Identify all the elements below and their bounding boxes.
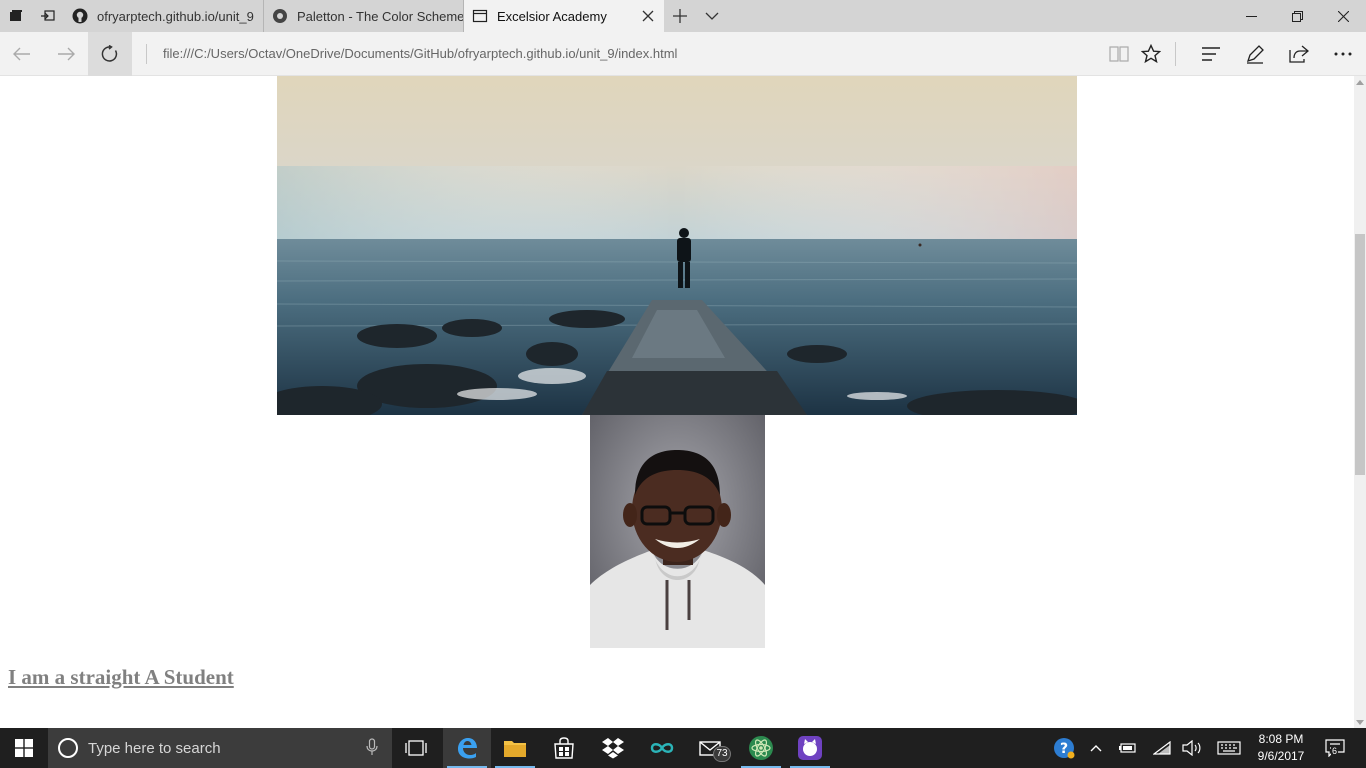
straight-a-student-link[interactable]: I am a straight A Student: [8, 665, 234, 690]
clock-time: 8:08 PM: [1258, 732, 1304, 746]
minimize-button[interactable]: [1228, 0, 1274, 32]
close-icon: [1337, 10, 1349, 22]
share-icon: [1289, 45, 1309, 63]
hero-image: [277, 76, 1077, 415]
system-clock[interactable]: 8:08 PM 9/6/2017: [1244, 728, 1318, 768]
url-field[interactable]: file:///C:/Users/Octav/OneDrive/Document…: [163, 32, 677, 76]
minimize-icon: [1245, 15, 1257, 17]
github-icon: [72, 8, 88, 24]
hub-button[interactable]: [1189, 32, 1233, 76]
share-button[interactable]: [1277, 32, 1321, 76]
clock-date: 9/6/2017: [1257, 749, 1305, 763]
portrait-image: [590, 415, 765, 648]
search-placeholder: Type here to search: [88, 739, 221, 757]
restore-icon: [1291, 10, 1303, 22]
search-box[interactable]: Type here to search: [48, 728, 392, 768]
refresh-button[interactable]: [88, 32, 132, 76]
chevron-up-icon: [1090, 745, 1102, 752]
store-bag-icon: [554, 737, 574, 759]
tab-excelsior-academy[interactable]: Excelsior Academy: [464, 0, 664, 32]
arrow-right-icon: [58, 47, 75, 61]
infinity-icon: [650, 743, 674, 753]
arrow-left-icon: [13, 47, 30, 61]
github-desktop-icon: [798, 736, 822, 760]
store-app[interactable]: [540, 728, 588, 768]
pen-icon: [1246, 45, 1264, 64]
hub-icon: [1202, 47, 1220, 61]
dropbox-app[interactable]: [589, 728, 637, 768]
action-center-button[interactable]: 6: [1320, 728, 1350, 768]
back-button[interactable]: [0, 32, 44, 76]
new-tab-button[interactable]: [664, 0, 696, 32]
windows-logo-icon: [15, 739, 33, 757]
url-separator: [146, 44, 147, 64]
volume-icon[interactable]: [1180, 728, 1204, 768]
cortana-icon: [58, 738, 78, 758]
chevron-down-icon: [705, 12, 719, 20]
set-aside-tabs-icon[interactable]: [0, 0, 32, 32]
tab-label: Paletton - The Color Scheme Designer: [297, 8, 463, 24]
restore-button[interactable]: [1274, 0, 1320, 32]
close-tab-icon[interactable]: [640, 8, 656, 24]
page-viewport: I am a straight A Student: [0, 76, 1354, 728]
svg-text:?: ?: [1060, 741, 1068, 757]
star-icon: [1141, 44, 1161, 64]
tab-github[interactable]: ofryarptech.github.io/unit_9: [64, 0, 264, 32]
refresh-icon: [101, 45, 118, 62]
scroll-thumb[interactable]: [1355, 234, 1365, 475]
atom-app[interactable]: [737, 728, 785, 768]
tab-label: Excelsior Academy: [497, 8, 607, 24]
forward-button[interactable]: [44, 32, 88, 76]
tab-paletton[interactable]: Paletton - The Color Scheme Designer: [264, 0, 464, 32]
taskbar: Type here to search 73 ? 8:08 PM 9/6/201…: [0, 728, 1366, 768]
web-note-button[interactable]: [1233, 32, 1277, 76]
edge-icon: [458, 738, 477, 759]
keyboard-icon[interactable]: [1214, 728, 1244, 768]
start-button[interactable]: [0, 728, 48, 768]
folder-icon: [504, 741, 526, 757]
edge-app[interactable]: [443, 728, 491, 768]
mail-app[interactable]: 73: [687, 728, 735, 768]
restore-tabs-icon[interactable]: [32, 0, 64, 32]
more-icon: [1334, 52, 1352, 56]
scroll-up-arrow-icon[interactable]: [1354, 76, 1366, 88]
wifi-icon[interactable]: [1150, 728, 1174, 768]
favorite-button[interactable]: [1129, 32, 1173, 76]
github-desktop-app[interactable]: [786, 728, 834, 768]
microphone-icon[interactable]: [366, 738, 378, 761]
notification-count: 6: [1331, 746, 1339, 756]
help-tray-icon[interactable]: ?: [1050, 728, 1078, 768]
atom-icon: [749, 736, 773, 760]
show-hidden-icons-button[interactable]: [1084, 728, 1108, 768]
task-view-button[interactable]: [392, 728, 440, 768]
task-view-icon: [405, 740, 427, 756]
file-explorer-app[interactable]: [491, 728, 539, 768]
plus-icon: [673, 9, 687, 23]
tab-preview-button[interactable]: [696, 0, 728, 32]
scroll-down-arrow-icon[interactable]: [1354, 716, 1366, 728]
page-icon: [472, 8, 488, 24]
book-icon: [1109, 46, 1129, 62]
paletton-icon: [272, 8, 288, 24]
battery-icon[interactable]: [1116, 728, 1140, 768]
toolbar-separator: [1175, 42, 1176, 66]
page-scrollbar[interactable]: [1354, 76, 1366, 728]
address-bar: file:///C:/Users/Octav/OneDrive/Document…: [0, 32, 1366, 76]
close-window-button[interactable]: [1320, 0, 1366, 32]
title-bar: ofryarptech.github.io/unit_9 Paletton - …: [0, 0, 1366, 32]
arduino-app[interactable]: [638, 728, 686, 768]
mail-badge: 73: [713, 746, 731, 762]
tab-label: ofryarptech.github.io/unit_9: [97, 8, 254, 24]
dropbox-icon: [602, 738, 624, 759]
more-button[interactable]: [1321, 32, 1365, 76]
